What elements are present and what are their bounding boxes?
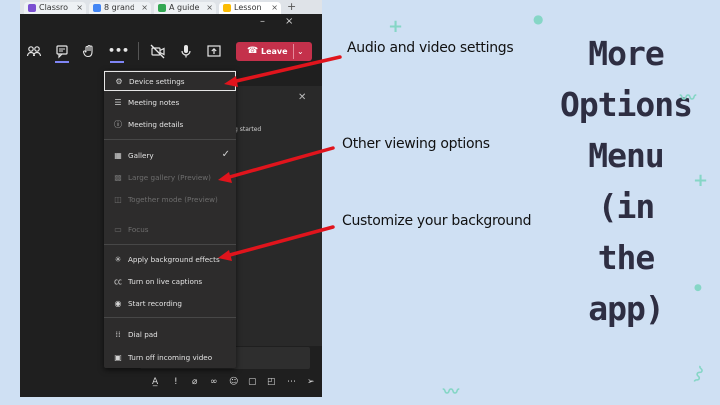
annotation-arrows: [218, 55, 342, 261]
